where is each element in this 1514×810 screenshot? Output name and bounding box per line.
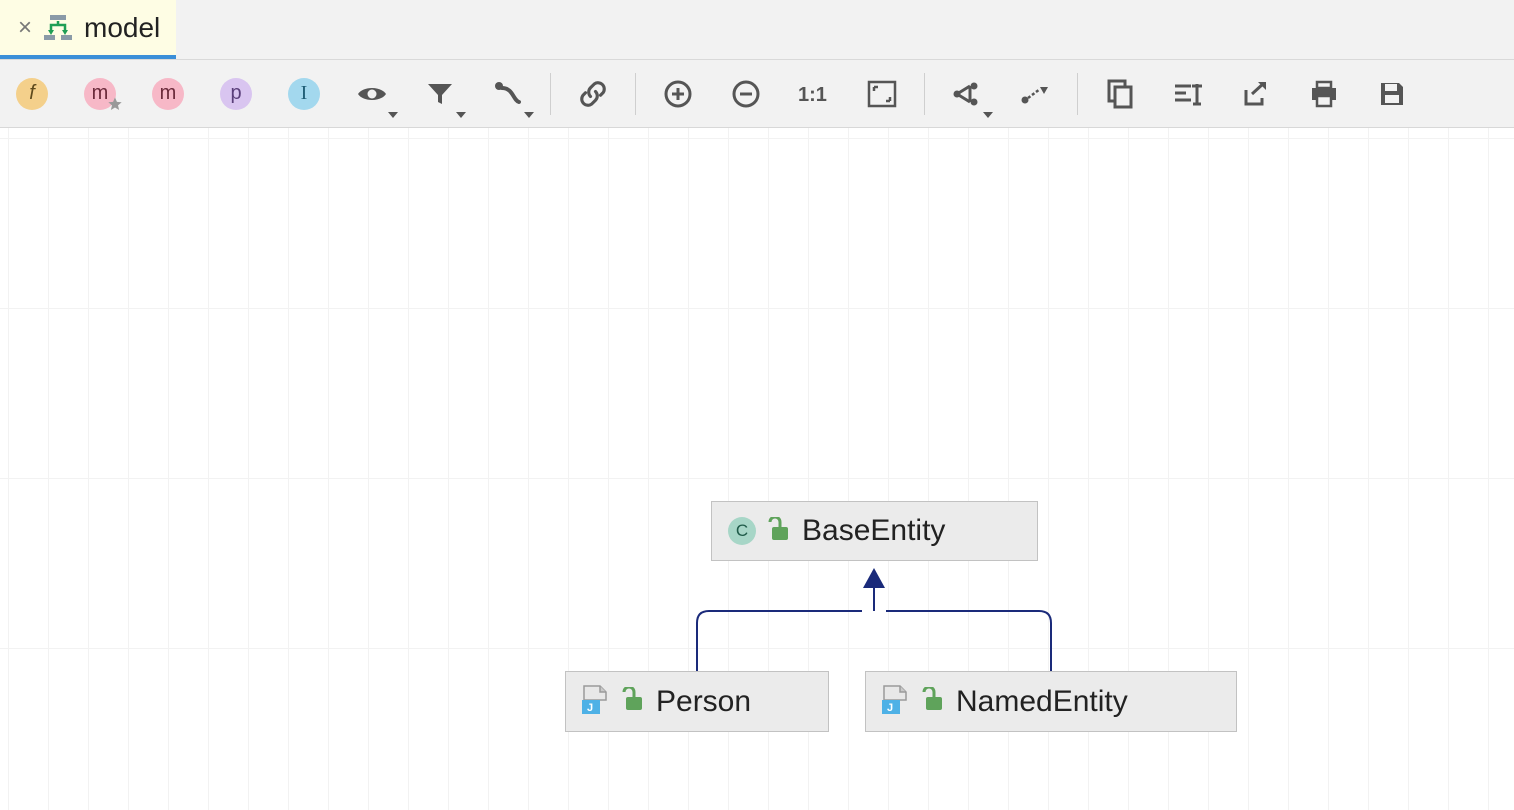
- node-baseentity[interactable]: C BaseEntity: [711, 501, 1038, 561]
- unlock-icon: [768, 517, 790, 546]
- dropdown-arrow-icon: [388, 112, 398, 118]
- node-label: NamedEntity: [956, 685, 1128, 719]
- java-file-icon: J: [582, 684, 610, 719]
- print-button[interactable]: [1302, 72, 1346, 116]
- unlock-icon: [922, 687, 944, 716]
- sort-text-icon: [1173, 80, 1203, 108]
- save-icon: [1378, 80, 1406, 108]
- close-tab-icon[interactable]: ×: [18, 16, 32, 40]
- export-icon: [1242, 80, 1270, 108]
- svg-text:J: J: [587, 702, 593, 714]
- toolbar-separator: [550, 73, 551, 115]
- filter-button[interactable]: [418, 72, 462, 116]
- save-button[interactable]: [1370, 72, 1414, 116]
- dropdown-arrow-icon: [524, 112, 534, 118]
- dropdown-arrow-icon: [983, 112, 993, 118]
- diagram-canvas[interactable]: C BaseEntity J Person J: [0, 128, 1514, 810]
- eye-icon: [355, 82, 389, 106]
- copy-icon: [1106, 79, 1134, 109]
- toolbar-separator: [1077, 73, 1078, 115]
- tab-model[interactable]: × model: [0, 0, 176, 59]
- toolbar-group-layout: [945, 72, 1057, 116]
- zoom-out-button[interactable]: [724, 72, 768, 116]
- link-button[interactable]: [571, 72, 615, 116]
- fit-screen-icon: [867, 80, 897, 108]
- toolbar-group-output: [1098, 72, 1414, 116]
- svg-text:1:1: 1:1: [798, 84, 827, 106]
- method-badge-icon: m: [152, 78, 184, 110]
- print-icon: [1309, 80, 1339, 108]
- methods-toggle[interactable]: m: [146, 72, 190, 116]
- curve-edge-icon: [493, 80, 523, 108]
- node-label: BaseEntity: [802, 514, 945, 548]
- toolbar-group-zoom: 1:1: [656, 72, 904, 116]
- diagram-tab-icon: [44, 15, 72, 41]
- interfaces-toggle[interactable]: I: [282, 72, 326, 116]
- zoom-in-button[interactable]: [656, 72, 700, 116]
- zoom-actual-button[interactable]: 1:1: [792, 72, 836, 116]
- plus-circle-icon: [663, 79, 693, 109]
- minus-circle-icon: [731, 79, 761, 109]
- toolbar: f m m p I: [0, 60, 1514, 128]
- fit-screen-button[interactable]: [860, 72, 904, 116]
- field-badge-icon: f: [16, 78, 48, 110]
- layout-button[interactable]: [945, 72, 989, 116]
- node-label: Person: [656, 685, 751, 719]
- rename-button[interactable]: [1166, 72, 1210, 116]
- route-button[interactable]: [1013, 72, 1057, 116]
- star-overlay-icon: [107, 96, 123, 117]
- tab-title: model: [84, 12, 160, 44]
- node-person[interactable]: J Person: [565, 671, 829, 732]
- edge-style-button[interactable]: [486, 72, 530, 116]
- svg-text:J: J: [887, 702, 893, 714]
- fields-toggle[interactable]: f: [10, 72, 54, 116]
- property-badge-icon: p: [220, 78, 252, 110]
- tab-bar: × model: [0, 0, 1514, 60]
- export-button[interactable]: [1234, 72, 1278, 116]
- methods-starred-toggle[interactable]: m: [78, 72, 122, 116]
- graph-layout-icon: [952, 80, 982, 108]
- dropdown-arrow-icon: [456, 112, 466, 118]
- class-icon: C: [728, 517, 756, 545]
- visibility-toggle[interactable]: [350, 72, 394, 116]
- toolbar-group-visibility: f m m p I: [10, 72, 530, 116]
- unlock-icon: [622, 687, 644, 716]
- toolbar-group-link: [571, 72, 615, 116]
- link-icon: [578, 79, 608, 109]
- route-arrow-icon: [1020, 83, 1050, 105]
- toolbar-separator: [924, 73, 925, 115]
- properties-toggle[interactable]: p: [214, 72, 258, 116]
- node-namedentity[interactable]: J NamedEntity: [865, 671, 1237, 732]
- toolbar-separator: [635, 73, 636, 115]
- interface-badge-icon: I: [288, 78, 320, 110]
- filter-icon: [426, 80, 454, 108]
- copy-button[interactable]: [1098, 72, 1142, 116]
- java-file-icon: J: [882, 684, 910, 719]
- one-to-one-icon: 1:1: [798, 81, 830, 107]
